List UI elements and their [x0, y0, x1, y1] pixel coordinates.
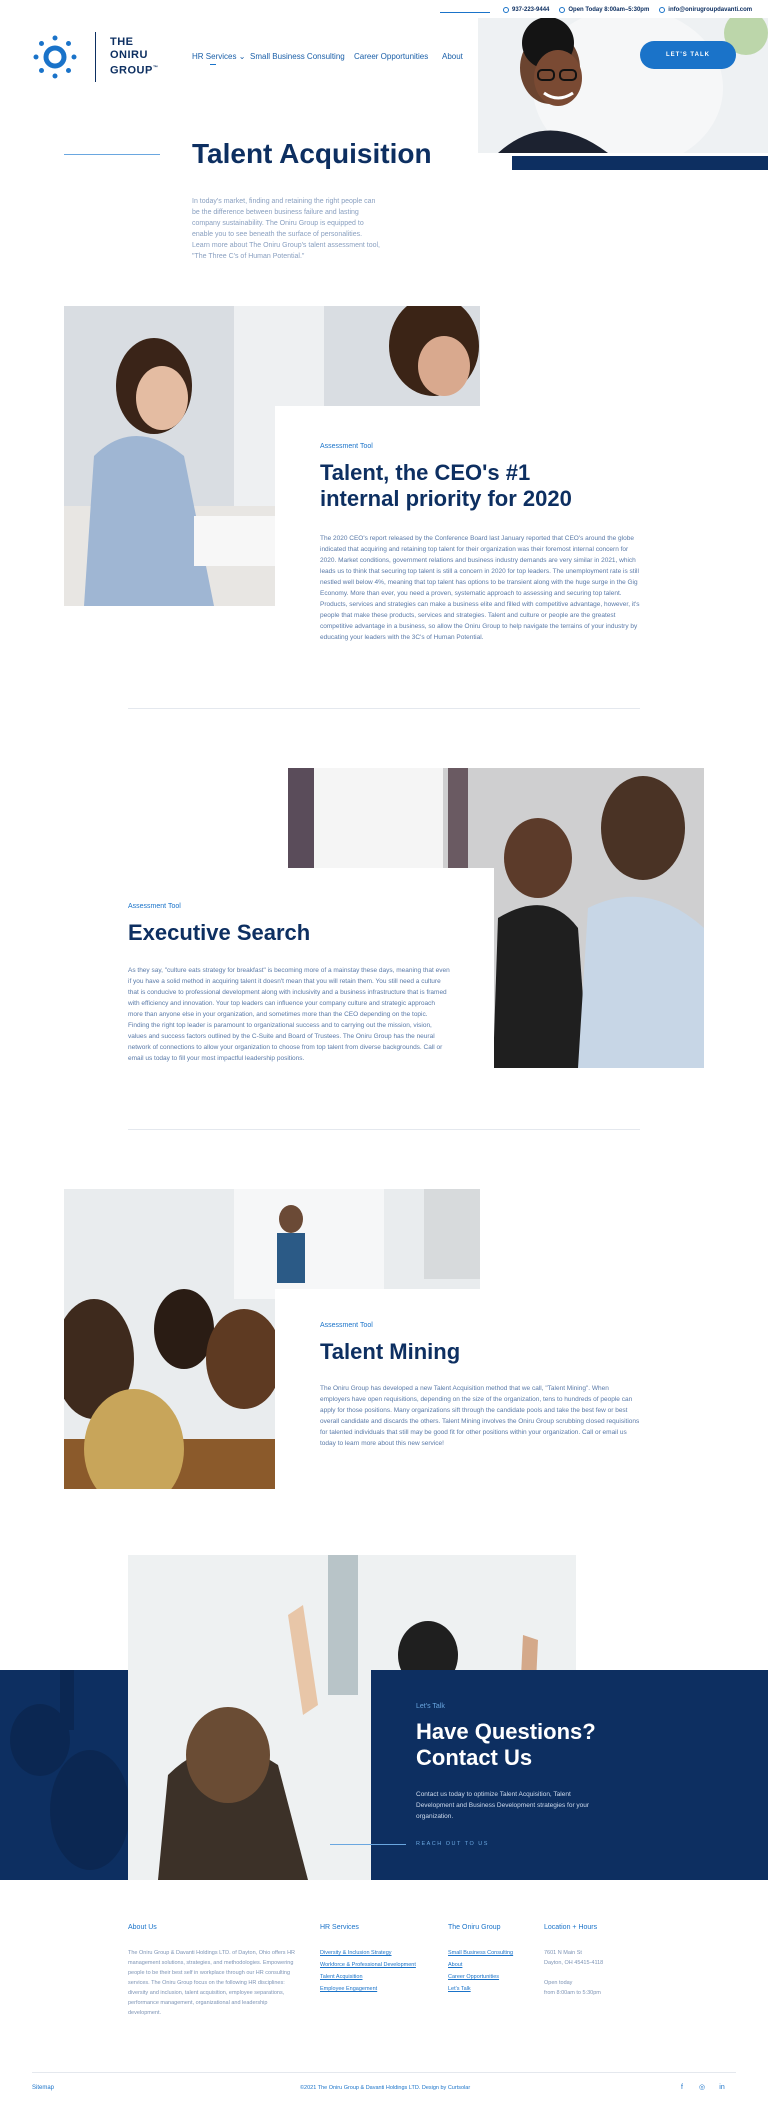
divider-1	[128, 708, 640, 709]
footer-link-talent[interactable]: Talent Acquisition	[320, 1971, 416, 1983]
footer-link-engagement[interactable]: Employee Engagement	[320, 1983, 416, 1995]
section-1-text: The 2020 CEO's report released by the Co…	[320, 535, 640, 641]
nav-career[interactable]: Career Opportunities	[354, 52, 428, 61]
footer-location: 7601 N Main St Dayton, OH 45415-4118 Ope…	[544, 1950, 604, 1996]
logo-wordmark[interactable]: THE ONIRU GROUP™	[110, 36, 158, 78]
phone-link[interactable]: 937-223-9444	[503, 7, 549, 13]
clock-icon	[559, 7, 566, 13]
footer-link-lets-talk[interactable]: Let's Talk	[448, 1983, 513, 1995]
hero-photo	[478, 18, 768, 153]
section-1-title: Talent, the CEO's #1 internal priority f…	[320, 460, 572, 511]
chevron-down-icon: ⌄	[238, 52, 246, 61]
footer-link-careers[interactable]: Career Opportunities	[448, 1971, 513, 1983]
contact-tag: Let's Talk	[416, 1703, 445, 1710]
divider-2	[128, 1129, 640, 1130]
hero-line	[64, 154, 160, 155]
nav-active-indicator	[210, 64, 216, 65]
lets-talk-button[interactable]: LET'S TALK	[640, 41, 736, 69]
page-title: Talent Acquisition	[192, 138, 432, 169]
section-2-title: Executive Search	[128, 920, 311, 945]
sitemap-link[interactable]: Sitemap	[32, 2085, 54, 2091]
email-icon	[659, 7, 666, 13]
footer-group-links: Small Business Consulting About Career O…	[448, 1947, 513, 1995]
nav-hr-services[interactable]: HR Services ⌄	[192, 52, 245, 61]
footer-link-about[interactable]: About	[448, 1959, 513, 1971]
instagram-icon[interactable]: ◎	[697, 2083, 707, 2093]
contact-title: Have Questions? Contact Us	[416, 1719, 596, 1770]
nav-about[interactable]: About	[442, 52, 463, 61]
reach-out-link[interactable]: REACH OUT TO US	[416, 1841, 489, 1847]
hero-intro: In today's market, finding and retaining…	[192, 198, 380, 260]
section-1-tag: Assessment Tool	[320, 443, 373, 450]
section-3-tag: Assessment Tool	[320, 1322, 373, 1329]
copyright: ©2021 The Oniru Group & Davanti Holdings…	[300, 2085, 471, 2091]
footer-about-text: The Oniru Group & Davanti Holdings LTD. …	[128, 1950, 296, 2016]
footer-link-workforce[interactable]: Workforce & Professional Development	[320, 1959, 416, 1971]
phone-icon	[503, 7, 509, 13]
topbar: 937-223-9444 Open Today 8:00am–5:30pm in…	[503, 7, 752, 13]
oniru-logo-icon[interactable]	[32, 34, 78, 80]
section-3-text: The Oniru Group has developed a new Tale…	[320, 1385, 640, 1447]
footer-divider	[32, 2072, 736, 2073]
footer-hr-heading: HR Services	[320, 1924, 359, 1931]
email-link[interactable]: info@onirugroupdavanti.com	[659, 7, 752, 13]
footer-location-heading: Location + Hours	[544, 1924, 598, 1931]
footer-link-small-business[interactable]: Small Business Consulting	[448, 1947, 513, 1959]
section-2-text: As they say, "culture eats strategy for …	[128, 967, 450, 1062]
hours-info: Open Today 8:00am–5:30pm	[559, 7, 649, 13]
section-3-title: Talent Mining	[320, 1339, 461, 1364]
topbar-line	[440, 12, 490, 13]
contact-link-line	[330, 1844, 406, 1845]
hero-accent-bar	[512, 156, 768, 170]
footer-group-heading: The Oniru Group	[448, 1924, 501, 1931]
main-nav: HR Services ⌄ Small Business Consulting …	[192, 52, 492, 72]
linkedin-icon[interactable]: in	[717, 2083, 727, 2093]
footer-hr-links: Diversity & Inclusion Strategy Workforce…	[320, 1947, 416, 1995]
contact-text: Contact us today to optimize Talent Acqu…	[416, 1791, 590, 1820]
facebook-icon[interactable]: f	[677, 2083, 687, 2093]
footer-link-diversity[interactable]: Diversity & Inclusion Strategy	[320, 1947, 416, 1959]
contact-card	[371, 1670, 768, 1880]
footer-about-heading: About Us	[128, 1924, 157, 1931]
section-2-tag: Assessment Tool	[128, 903, 181, 910]
nav-small-business[interactable]: Small Business Consulting	[250, 52, 345, 61]
logo-divider	[95, 32, 96, 82]
